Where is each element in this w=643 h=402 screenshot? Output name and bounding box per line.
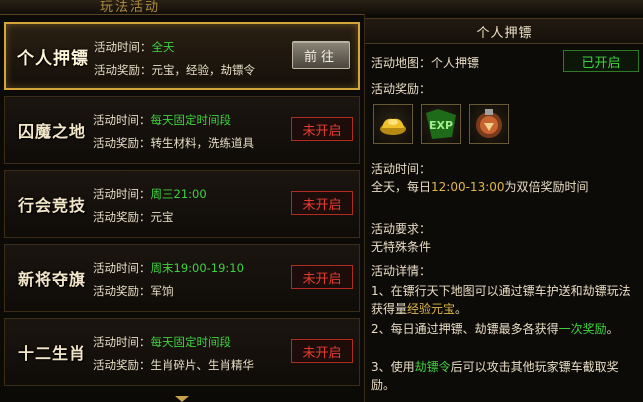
detail-title: 个人押镖	[365, 18, 643, 44]
activity-card-guild-arena[interactable]: 行会竞技 活动时间：周三21:00 活动奖励：元宝 未开启	[4, 170, 360, 238]
activity-card-escort[interactable]: 个人押镖 活动时间：全天 活动奖励：元宝，经验，劫镖令 前往	[4, 22, 360, 90]
status-badge: 已开启	[563, 50, 639, 72]
activity-time-label: 活动时间：	[94, 40, 152, 54]
activity-time-label: 活动时间：	[93, 335, 151, 349]
activity-title: 个人押镖	[17, 48, 89, 69]
activity-reward-label: 活动奖励：	[93, 210, 151, 224]
gold-ingot-icon[interactable]	[373, 104, 413, 144]
activity-time-value: 每天固定时间段	[150, 113, 232, 127]
details-label: 活动详情：	[371, 264, 432, 278]
detail-2-text: 2、每日通过押镖、劫镖最多各获得	[371, 322, 559, 336]
activity-time-label: 活动时间：	[93, 187, 151, 201]
go-button[interactable]: 前往	[292, 41, 350, 69]
not-open-button[interactable]: 未开启	[291, 339, 353, 363]
activity-time-value: 全天	[151, 40, 175, 54]
activity-card-zodiac[interactable]: 十二生肖 活动时间：每天固定时间段 活动奖励：生肖碎片、生肖精华 未开启	[4, 318, 360, 386]
activity-time-value: 每天固定时间段	[150, 335, 232, 349]
detail-2-highlight: 一次奖励	[558, 322, 607, 336]
detail-item-3: 3、使用劫镖令后可以攻击其他玩家镖车截取奖励。	[371, 358, 639, 394]
activity-card-demon-land[interactable]: 囚魔之地 活动时间：每天固定时间段 活动奖励：转生材料，洗练道具 未开启	[4, 96, 360, 164]
activity-reward-value: 军饷	[150, 284, 174, 298]
scroll-down-icon[interactable]	[175, 396, 189, 402]
detail-3-highlight: 劫镖令	[414, 360, 451, 374]
time-suffix: 为双倍奖励时间	[504, 180, 589, 194]
activity-reward-row: 活动奖励：生肖碎片、生肖精华	[93, 357, 254, 373]
activity-time-label: 活动时间：	[93, 261, 151, 275]
exp-icon[interactable]: EXP	[421, 104, 461, 144]
activity-time-row: 活动时间：每天固定时间段	[93, 112, 231, 128]
activity-title: 新将夺旗	[17, 270, 86, 289]
activity-time-row: 活动时间：周三21:00	[93, 186, 207, 202]
svg-text:EXP: EXP	[429, 119, 453, 132]
activity-card-capture-flag[interactable]: 新将夺旗 活动时间：周末19:00-19:10 活动奖励：军饷 未开启	[4, 244, 360, 312]
detail-3-text: 3、使用	[371, 360, 415, 374]
activity-reward-value: 转生材料，洗练道具	[150, 136, 255, 150]
rob-token-icon[interactable]	[469, 104, 509, 144]
activity-reward-row: 活动奖励：元宝	[93, 209, 174, 225]
activity-list: 个人押镖 活动时间：全天 活动奖励：元宝，经验，劫镖令 前往 囚魔之地 活动时间…	[0, 14, 362, 402]
activity-tab-label[interactable]: 玩法活动	[100, 0, 160, 15]
activity-reward-value: 生肖碎片、生肖精华	[150, 358, 255, 372]
not-open-button[interactable]: 未开启	[291, 191, 353, 215]
time-label: 活动时间：	[371, 162, 432, 176]
map-label: 活动地图：	[371, 56, 432, 70]
requirement-value: 无特殊条件	[371, 240, 432, 254]
not-open-button[interactable]: 未开启	[291, 117, 353, 141]
activity-title: 行会竞技	[17, 196, 86, 215]
not-open-button[interactable]: 未开启	[291, 265, 353, 289]
top-strip: 玩法活动	[0, 0, 643, 15]
activity-time-value: 周三21:00	[150, 187, 207, 201]
map-row: 活动地图：个人押镖	[371, 54, 479, 71]
time-highlight: 12:00-13:00	[431, 180, 505, 194]
activity-reward-row: 活动奖励：转生材料，洗练道具	[93, 135, 254, 151]
map-value: 个人押镖	[431, 56, 480, 70]
activity-reward-label: 活动奖励：	[93, 136, 151, 150]
activity-reward-value: 元宝	[150, 210, 174, 224]
detail-item-2: 2、每日通过押镖、劫镖最多各获得一次奖励。	[371, 320, 639, 338]
activity-time-value: 周末19:00-19:10	[150, 261, 244, 275]
detail-1-highlight: 经验元宝	[407, 302, 456, 316]
detail-2-end: 。	[606, 322, 619, 336]
activity-time-row: 活动时间：周末19:00-19:10	[93, 260, 244, 276]
activity-reward-row: 活动奖励：军饷	[93, 283, 174, 299]
detail-item-1: 1、在镖行天下地图可以通过镖车护送和劫镖玩法获得量经验元宝。	[371, 282, 639, 318]
activity-reward-value: 元宝，经验，劫镖令	[151, 63, 256, 77]
activity-title: 十二生肖	[17, 344, 86, 363]
activity-time-label: 活动时间：	[93, 113, 151, 127]
activity-reward-label: 活动奖励：	[93, 284, 151, 298]
time-prefix: 全天，每日	[371, 180, 432, 194]
detail-panel: 个人押镖 活动地图：个人押镖 已开启 活动奖励： EXP 活动时间： 全天，每日…	[364, 14, 643, 402]
activity-reward-label: 活动奖励：	[93, 358, 151, 372]
activity-reward-label: 活动奖励：	[94, 63, 152, 77]
activity-reward-row: 活动奖励：元宝，经验，劫镖令	[94, 62, 255, 78]
reward-label: 活动奖励：	[371, 82, 432, 96]
detail-1-end: 。	[455, 302, 468, 316]
activity-title: 囚魔之地	[17, 122, 86, 141]
activity-time-row: 活动时间：每天固定时间段	[93, 334, 231, 350]
activity-time-row: 活动时间：全天	[94, 39, 175, 55]
time-text: 全天，每日12:00-13:00为双倍奖励时间	[371, 178, 589, 195]
requirement-label: 活动要求：	[371, 222, 432, 236]
